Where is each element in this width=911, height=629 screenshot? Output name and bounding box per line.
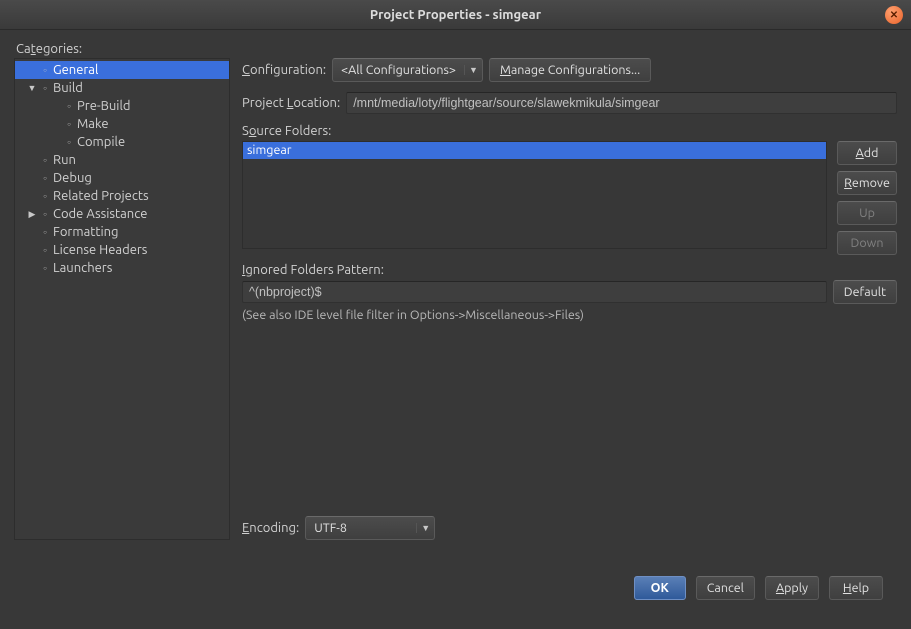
bullet-icon: ○ <box>64 121 74 128</box>
tree-item-label: Debug <box>53 171 92 185</box>
encoding-label: Encoding: <box>242 521 299 535</box>
tree-item-license-headers[interactable]: ○License Headers <box>15 241 229 259</box>
source-folders-list[interactable]: simgear <box>242 141 827 249</box>
bullet-icon: ○ <box>40 157 50 164</box>
bullet-icon: ○ <box>64 103 74 110</box>
categories-label: Categories: <box>14 42 897 56</box>
ok-button[interactable]: OK <box>634 576 686 600</box>
source-folder-item[interactable]: simgear <box>243 142 826 159</box>
manage-configurations-button[interactable]: Manage Configurations... <box>489 58 651 82</box>
tree-item-label: Build <box>53 81 83 95</box>
tree-item-label: Make <box>77 117 109 131</box>
ignored-pattern-label: Ignored Folders Pattern: <box>242 263 897 277</box>
tree-item-label: Compile <box>77 135 125 149</box>
tree-item-related-projects[interactable]: ○Related Projects <box>15 187 229 205</box>
tree-item-label: Launchers <box>53 261 112 275</box>
tree-item-make[interactable]: ○Make <box>15 115 229 133</box>
default-button[interactable]: Default <box>833 280 897 304</box>
tree-item-general[interactable]: ○General <box>15 61 229 79</box>
tree-item-launchers[interactable]: ○Launchers <box>15 259 229 277</box>
tree-item-formatting[interactable]: ○Formatting <box>15 223 229 241</box>
bullet-icon: ○ <box>40 211 50 218</box>
tree-item-label: Run <box>53 153 76 167</box>
add-button[interactable]: Add <box>837 141 897 165</box>
chevron-down-icon: ▼ <box>416 523 434 533</box>
source-folders-label: Source Folders: <box>242 124 897 138</box>
bullet-icon: ○ <box>40 193 50 200</box>
tree-item-label: General <box>53 63 98 77</box>
bullet-icon: ○ <box>40 247 50 254</box>
configuration-combo[interactable]: <All Configurations> ▼ <box>332 58 483 82</box>
tree-item-label: Formatting <box>53 225 119 239</box>
general-panel: Configuration: <All Configurations> ▼ Ma… <box>242 58 897 540</box>
down-button[interactable]: Down <box>837 231 897 255</box>
ignored-note: (See also IDE level file filter in Optio… <box>242 308 897 322</box>
tree-item-compile[interactable]: ○Compile <box>15 133 229 151</box>
titlebar: Project Properties - simgear ✕ <box>0 0 911 30</box>
bullet-icon: ○ <box>64 139 74 146</box>
tree-item-label: Related Projects <box>53 189 149 203</box>
tree-item-code-assistance[interactable]: ▶○Code Assistance <box>15 205 229 223</box>
bullet-icon: ○ <box>40 265 50 272</box>
categories-tree[interactable]: ○General▼○Build○Pre-Build○Make○Compile○R… <box>14 58 230 540</box>
chevron-down-icon[interactable]: ▼ <box>27 83 37 93</box>
dialog-footer: OK Cancel Apply Help <box>14 568 897 600</box>
chevron-down-icon: ▼ <box>464 65 482 75</box>
chevron-right-icon[interactable]: ▶ <box>27 209 37 220</box>
tree-item-label: License Headers <box>53 243 147 257</box>
help-button[interactable]: Help <box>829 576 883 600</box>
tree-item-run[interactable]: ○Run <box>15 151 229 169</box>
ignored-pattern-field[interactable] <box>242 281 827 303</box>
configuration-label: Configuration: <box>242 63 326 77</box>
tree-item-build[interactable]: ▼○Build <box>15 79 229 97</box>
remove-button[interactable]: Remove <box>837 171 897 195</box>
tree-item-label: Code Assistance <box>53 207 147 221</box>
cancel-button[interactable]: Cancel <box>696 576 755 600</box>
encoding-combo[interactable]: UTF-8 ▼ <box>305 516 435 540</box>
bullet-icon: ○ <box>40 175 50 182</box>
bullet-icon: ○ <box>40 229 50 236</box>
apply-button[interactable]: Apply <box>765 576 819 600</box>
up-button[interactable]: Up <box>837 201 897 225</box>
project-location-label: Project Location: <box>242 96 340 110</box>
bullet-icon: ○ <box>40 85 50 92</box>
tree-item-pre-build[interactable]: ○Pre-Build <box>15 97 229 115</box>
close-icon[interactable]: ✕ <box>885 6 903 24</box>
window-title: Project Properties - simgear <box>370 8 541 22</box>
tree-item-label: Pre-Build <box>77 99 130 113</box>
project-location-field[interactable] <box>346 92 897 114</box>
tree-item-debug[interactable]: ○Debug <box>15 169 229 187</box>
bullet-icon: ○ <box>40 67 50 74</box>
